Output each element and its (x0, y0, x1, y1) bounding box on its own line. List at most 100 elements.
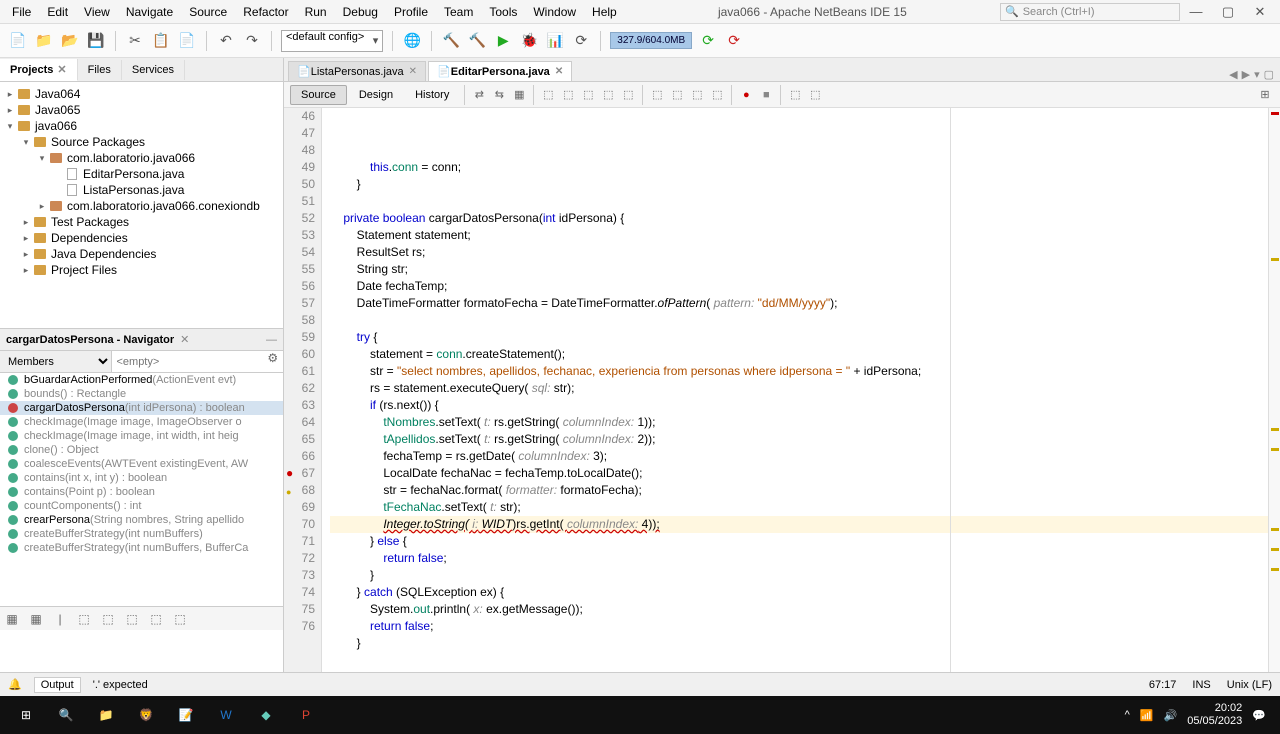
powerpoint-icon[interactable]: P (286, 699, 326, 731)
debug-icon[interactable]: 🐞 (519, 31, 539, 51)
menu-run[interactable]: Run (297, 2, 335, 22)
close-icon[interactable]: ✕ (180, 333, 189, 346)
close-icon[interactable]: ✕ (1244, 4, 1276, 20)
notifications-icon[interactable]: 🔔 (8, 678, 22, 691)
ed-icon[interactable]: ⬚ (559, 86, 577, 104)
config-select[interactable]: <default config> (281, 30, 383, 52)
cut-icon[interactable]: ✂ (125, 31, 145, 51)
tree-item[interactable]: ▸com.laboratorio.java066.conexiondb (0, 198, 283, 214)
nav-tb-icon[interactable]: ⬚ (100, 611, 116, 627)
menu-team[interactable]: Team (436, 2, 481, 22)
tree-item[interactable]: ▸Java Dependencies (0, 246, 283, 262)
notepad-icon[interactable]: 📝 (166, 699, 206, 731)
tree-item[interactable]: ▾com.laboratorio.java066 (0, 150, 283, 166)
menu-view[interactable]: View (76, 2, 118, 22)
redo-icon[interactable]: ↷ (242, 31, 262, 51)
word-icon[interactable]: W (206, 699, 246, 731)
code-content[interactable]: this.conn = conn; } private boolean carg… (322, 108, 1268, 672)
maximize-icon[interactable]: ▢ (1212, 4, 1244, 20)
navigator-member[interactable]: bounds() : Rectangle (0, 387, 283, 401)
menu-file[interactable]: File (4, 2, 39, 22)
new-file-icon[interactable]: 📄 (8, 31, 28, 51)
nav-tb-icon[interactable]: ⬚ (172, 611, 188, 627)
tree-item[interactable]: ListaPersonas.java (0, 182, 283, 198)
ed-icon[interactable]: ⬚ (579, 86, 597, 104)
menu-edit[interactable]: Edit (39, 2, 76, 22)
ed-icon[interactable]: ⬚ (648, 86, 666, 104)
menu-source[interactable]: Source (181, 2, 235, 22)
search-icon[interactable]: 🔍 (46, 699, 86, 731)
ed-icon[interactable]: ⬚ (708, 86, 726, 104)
record-macro-icon[interactable]: ● (737, 86, 755, 104)
minimize-icon[interactable]: — (266, 334, 277, 346)
paste-icon[interactable]: 📄 (177, 31, 197, 51)
undo-icon[interactable]: ↶ (216, 31, 236, 51)
ed-icon[interactable]: ⬚ (806, 86, 824, 104)
ed-icon[interactable]: ⬚ (688, 86, 706, 104)
menu-help[interactable]: Help (584, 2, 625, 22)
filter-icon[interactable]: ⚙ (262, 351, 283, 372)
nav-tb-icon[interactable]: ⬚ (76, 611, 92, 627)
tree-item[interactable]: ▸Project Files (0, 262, 283, 278)
menu-refactor[interactable]: Refactor (235, 2, 296, 22)
source-view-button[interactable]: Source (290, 85, 347, 105)
start-button[interactable]: ⊞ (6, 699, 46, 731)
build-icon[interactable]: 🔨 (441, 31, 461, 51)
nav-tb-icon[interactable]: ▦ (4, 611, 20, 627)
navigator-member[interactable]: contains(Point p) : boolean (0, 485, 283, 499)
navigator-member[interactable]: checkImage(Image image, int width, int h… (0, 429, 283, 443)
navigator-member[interactable]: crearPersona(String nombres, String apel… (0, 513, 283, 527)
navigator-member[interactable]: cargarDatosPersona(int idPersona) : bool… (0, 401, 283, 415)
design-view-button[interactable]: Design (349, 86, 403, 104)
ed-icon[interactable]: ⬚ (786, 86, 804, 104)
navigator-member[interactable]: checkImage(Image image, ImageObserver o (0, 415, 283, 429)
tree-item[interactable]: ▾java066 (0, 118, 283, 134)
ed-icon[interactable]: ▦ (510, 86, 528, 104)
project-tree[interactable]: ▸Java064▸Java065▾java066▾Source Packages… (0, 82, 283, 328)
tree-item[interactable]: ▸Java065 (0, 102, 283, 118)
tree-item[interactable]: ▸Dependencies (0, 230, 283, 246)
tray-chevron-icon[interactable]: ^ (1125, 709, 1130, 721)
panel-tab-services[interactable]: Services (122, 60, 185, 80)
app-icon[interactable]: ◆ (246, 699, 286, 731)
clock[interactable]: 20:02 05/05/2023 (1187, 702, 1242, 728)
navigator-members-list[interactable]: bGuardarActionPerformed(ActionEvent evt)… (0, 373, 283, 606)
close-icon[interactable]: ✕ (409, 66, 417, 77)
run-icon[interactable]: ▶ (493, 31, 513, 51)
error-stripe[interactable] (1268, 108, 1280, 672)
panel-tab-files[interactable]: Files (78, 60, 122, 80)
brave-icon[interactable]: 🦁 (126, 699, 166, 731)
menu-navigate[interactable]: Navigate (118, 2, 181, 22)
open-icon[interactable]: 📂 (60, 31, 80, 51)
tab-prev-icon[interactable]: ◀ (1229, 68, 1237, 81)
editor-tab[interactable]: 📄 EditarPersona.java✕ (428, 61, 572, 81)
close-icon[interactable]: ✕ (57, 64, 66, 76)
save-all-icon[interactable]: 💾 (86, 31, 106, 51)
ed-icon[interactable]: ⬚ (668, 86, 686, 104)
navigator-search-input[interactable] (112, 351, 262, 372)
explorer-icon[interactable]: 📁 (86, 699, 126, 731)
close-icon[interactable]: ✕ (555, 66, 563, 77)
nav-tb-icon[interactable]: ⬚ (148, 611, 164, 627)
navigator-member[interactable]: countComponents() : int (0, 499, 283, 513)
menu-profile[interactable]: Profile (386, 2, 436, 22)
new-project-icon[interactable]: 📁 (34, 31, 54, 51)
minimize-icon[interactable]: — (1180, 4, 1212, 19)
reload-icon[interactable]: ⟳ (571, 31, 591, 51)
navigator-member[interactable]: createBufferStrategy(int numBuffers, Buf… (0, 541, 283, 555)
nav-tb-icon[interactable]: ▦ (28, 611, 44, 627)
tree-item[interactable]: EditarPersona.java (0, 166, 283, 182)
code-editor[interactable]: 4647484950515253545556575859606162636465… (284, 108, 1280, 672)
tab-list-icon[interactable]: ▾ (1254, 68, 1260, 81)
navigator-member[interactable]: createBufferStrategy(int numBuffers) (0, 527, 283, 541)
menu-window[interactable]: Window (525, 2, 584, 22)
maximize-editor-icon[interactable]: ▢ (1264, 68, 1274, 81)
ed-icon[interactable]: ⇆ (490, 86, 508, 104)
gc-icon[interactable]: ⟳ (698, 31, 718, 51)
navigator-member[interactable]: bGuardarActionPerformed(ActionEvent evt) (0, 373, 283, 387)
tree-item[interactable]: ▾Source Packages (0, 134, 283, 150)
ed-icon[interactable]: ⇄ (470, 86, 488, 104)
editor-tab[interactable]: 📄 ListaPersonas.java✕ (288, 61, 426, 81)
copy-icon[interactable]: 📋 (151, 31, 171, 51)
globe-icon[interactable]: 🌐 (402, 31, 422, 51)
